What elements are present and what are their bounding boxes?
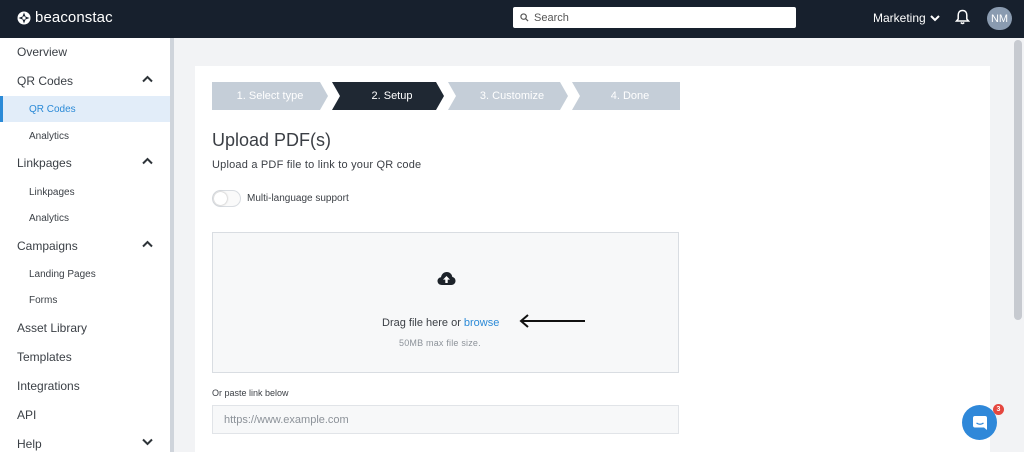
chevron-up-icon — [142, 157, 153, 165]
step-label: 2. Setup — [371, 90, 413, 102]
browse-link[interactable]: browse — [464, 317, 499, 329]
sidebar-item-label: QR Codes — [29, 103, 76, 115]
step-label: 1. Select type — [236, 90, 304, 102]
sidebar-item-integrations[interactable]: Integrations — [0, 374, 170, 398]
sidebar-item-qr-codes[interactable]: QR Codes — [0, 96, 170, 122]
chat-icon — [972, 415, 987, 430]
step-label: 4. Done — [610, 90, 650, 102]
sidebar-item-label: Templates — [17, 350, 72, 364]
sidebar-item-help[interactable]: Help — [0, 432, 170, 452]
step-select-type[interactable]: 1. Select type — [212, 82, 328, 110]
sidebar-item-linkpages-analytics[interactable]: Analytics — [0, 206, 170, 230]
url-input[interactable] — [212, 405, 679, 434]
sidebar-item-api[interactable]: API — [0, 403, 170, 427]
file-size-hint: 50MB max file size. — [399, 338, 481, 348]
sidebar-item-forms[interactable]: Forms — [0, 288, 170, 312]
top-bar: beaconstac Marketing NM — [0, 0, 1024, 38]
sidebar-item-label: API — [17, 408, 37, 422]
brand-logo[interactable]: beaconstac — [17, 9, 113, 26]
search-input[interactable] — [534, 11, 784, 24]
sidebar-item-qr-analytics[interactable]: Analytics — [0, 124, 170, 148]
sidebar-item-label: Overview — [17, 45, 68, 59]
chevron-down-icon — [142, 438, 153, 446]
sidebar-item-label: Forms — [29, 294, 58, 306]
sidebar-item-label: QR Codes — [17, 74, 74, 88]
drag-text: Drag file here or — [382, 317, 461, 329]
sidebar-item-landing-pages[interactable]: Landing Pages — [0, 262, 170, 286]
cloud-upload-icon — [437, 272, 456, 285]
step-label: 3. Customize — [479, 90, 545, 102]
page-title: Upload PDF(s) — [212, 130, 332, 150]
brand-name: beaconstac — [35, 9, 113, 26]
chevron-down-icon — [929, 14, 940, 21]
step-done[interactable]: 4. Done — [572, 82, 680, 110]
step-customize[interactable]: 3. Customize — [448, 82, 568, 110]
arrow-left-icon — [519, 314, 585, 328]
chat-launcher-button[interactable] — [962, 405, 997, 440]
sidebar-item-label: Help — [17, 437, 42, 451]
drag-instruction: Drag file here or browse — [382, 317, 499, 329]
sidebar-item-label: Linkpages — [17, 156, 72, 170]
paste-link-label: Or paste link below — [212, 388, 289, 398]
chevron-up-icon — [142, 240, 153, 248]
search-icon — [520, 13, 529, 22]
sidebar-item-label: Analytics — [29, 130, 70, 142]
sidebar-item-linkpages[interactable]: Linkpages — [0, 180, 170, 204]
unread-badge: 3 — [993, 404, 1004, 415]
sidebar-section-qr-codes[interactable]: QR Codes — [0, 69, 170, 93]
step-setup[interactable]: 2. Setup — [332, 82, 444, 110]
sidebar-item-templates[interactable]: Templates — [0, 345, 170, 369]
file-dropzone[interactable] — [212, 232, 679, 373]
sidebar-item-overview[interactable]: Overview — [0, 40, 170, 64]
chevron-up-icon — [142, 75, 153, 83]
sidebar-item-label: Analytics — [29, 212, 70, 224]
sidebar-item-label: Campaigns — [17, 239, 78, 253]
workspace-dropdown[interactable]: Marketing — [873, 11, 940, 25]
sidebar-item-label: Landing Pages — [29, 268, 96, 280]
toggle-knob — [214, 192, 227, 205]
page-subtitle: Upload a PDF file to link to your QR cod… — [212, 159, 422, 171]
page-scrollbar-thumb[interactable] — [1014, 40, 1022, 320]
beaconstac-logo-icon — [17, 11, 31, 24]
sidebar-item-asset-library[interactable]: Asset Library — [0, 316, 170, 340]
sidebar-item-label: Integrations — [17, 379, 80, 393]
multi-language-toggle[interactable] — [212, 190, 241, 207]
progress-stepper: 1. Select type 2. Setup 3. Customize 4. … — [212, 82, 680, 110]
sidebar-item-label: Linkpages — [29, 186, 75, 198]
sidebar-divider — [170, 38, 174, 452]
sidebar-section-campaigns[interactable]: Campaigns — [0, 234, 170, 258]
toggle-label: Multi-language support — [247, 193, 349, 204]
sidebar-section-linkpages[interactable]: Linkpages — [0, 151, 170, 175]
user-avatar[interactable]: NM — [987, 7, 1012, 30]
bell-icon[interactable] — [955, 9, 970, 25]
search-bar[interactable] — [513, 7, 796, 28]
multi-language-setting: Multi-language support — [212, 190, 349, 207]
workspace-label: Marketing — [873, 11, 926, 25]
sidebar-item-label: Asset Library — [17, 321, 88, 335]
